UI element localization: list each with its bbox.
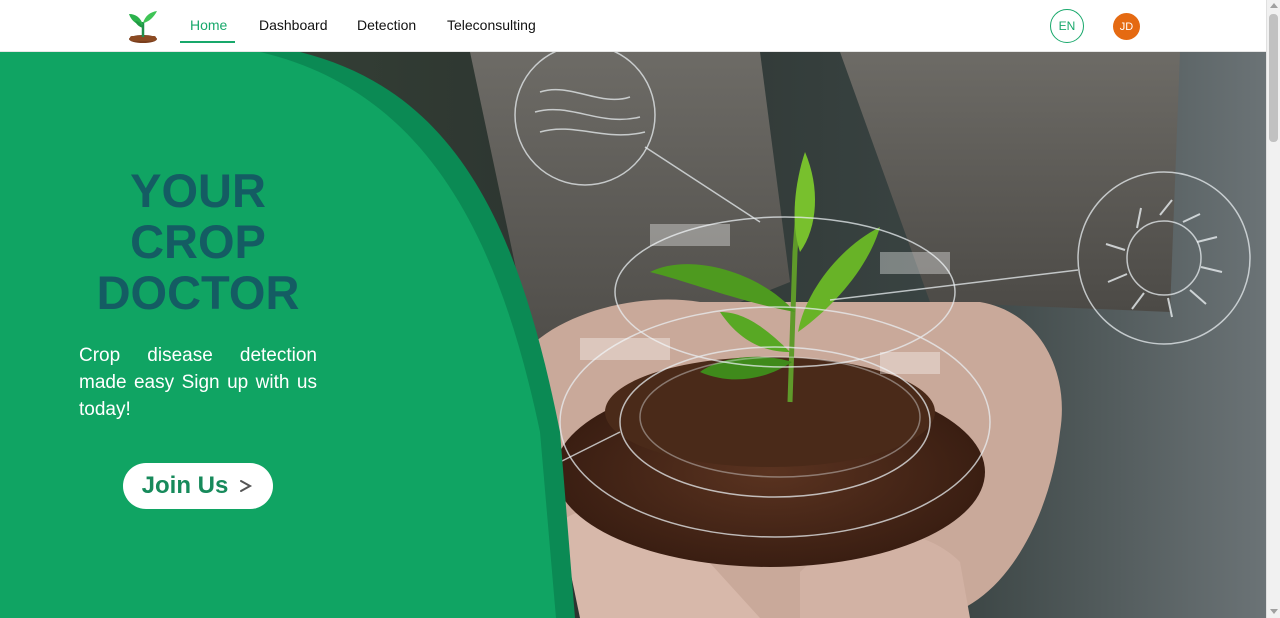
headline-line-3: DOCTOR [96, 266, 300, 319]
hero-subtitle: Crop disease detection made easy Sign up… [79, 345, 317, 420]
hero-section: YOUR CROP DOCTOR Crop disease detection … [0, 52, 1266, 618]
nav-link-home[interactable]: Home [190, 17, 227, 33]
headline-line-1: YOUR [130, 164, 266, 217]
scroll-up-arrow-icon[interactable] [1270, 3, 1278, 8]
nav-link-detection[interactable]: Detection [357, 17, 416, 33]
headline-line-2: CROP [130, 215, 266, 268]
join-us-label: Join Us [141, 472, 229, 499]
nav-link-dashboard[interactable]: Dashboard [259, 17, 328, 33]
language-switcher-button[interactable]: EN [1050, 9, 1084, 43]
join-us-button[interactable]: Join Us [123, 463, 273, 509]
arrow-right-icon [240, 480, 253, 492]
scroll-down-arrow-icon[interactable] [1270, 609, 1278, 614]
hero-green-panel [0, 52, 575, 618]
page-scrollbar[interactable] [1266, 0, 1280, 618]
top-navbar: Home Dashboard Detection Teleconsulting … [0, 0, 1266, 52]
hero-headline: YOUR CROP DOCTOR [78, 165, 318, 318]
user-avatar[interactable]: JD [1113, 13, 1140, 40]
scrollbar-thumb[interactable] [1269, 14, 1278, 142]
nav-link-teleconsulting[interactable]: Teleconsulting [447, 17, 536, 33]
nav-active-indicator [180, 41, 235, 43]
seedling-logo-icon[interactable] [124, 8, 162, 44]
